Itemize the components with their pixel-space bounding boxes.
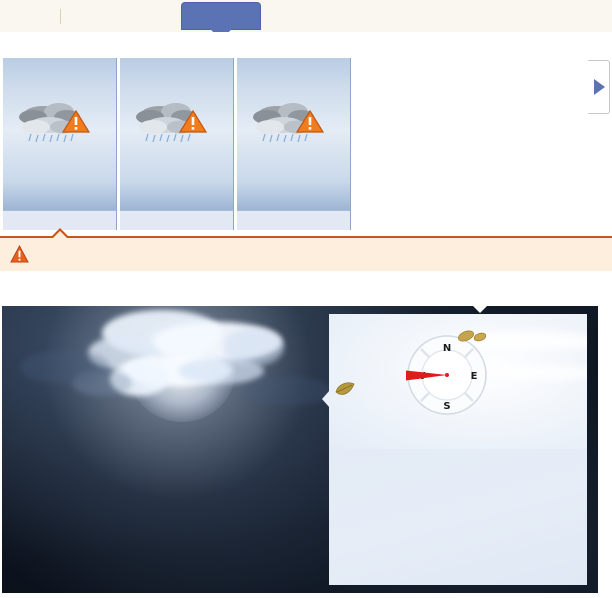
tab-weekend[interactable]	[70, 4, 170, 28]
wind-compass: N E S W	[406, 335, 487, 415]
warning-triangle-icon	[10, 245, 29, 263]
forecast-card-thu[interactable]	[237, 58, 351, 230]
compass-label-east: E	[471, 371, 478, 382]
tab-15-day[interactable]	[182, 3, 260, 29]
weather-alert-bar[interactable]	[0, 236, 612, 271]
rain-warning-icon	[253, 103, 325, 143]
rain-warning-icon	[237, 101, 350, 147]
forecast-card-wed[interactable]	[120, 58, 234, 230]
alert-pointer-inner-icon	[53, 231, 67, 238]
rain-warning-icon	[3, 101, 116, 147]
detail-tabs-row	[0, 272, 612, 307]
card-more-link[interactable]	[120, 210, 233, 230]
details-panel-pointer-icon	[322, 390, 330, 408]
forecast-card-today[interactable]	[3, 58, 117, 230]
rain-warning-icon	[120, 101, 233, 147]
wind-area: N E S W	[329, 314, 587, 449]
card-temperatures	[120, 177, 233, 213]
compass-label-north: N	[443, 343, 451, 354]
primary-forecast-block	[2, 306, 332, 593]
tab-now[interactable]	[4, 4, 52, 28]
tab-month[interactable]	[278, 4, 348, 28]
top-navigation-bar	[0, 0, 612, 39]
active-tab-pointer-icon	[473, 306, 487, 313]
compass-label-south: S	[443, 401, 450, 412]
card-more-link[interactable]	[3, 210, 116, 230]
forecast-cards-row	[3, 58, 591, 230]
rain-warning-icon	[136, 103, 208, 143]
chevron-right-icon	[594, 79, 605, 95]
card-temperatures	[3, 177, 116, 213]
forecast-detail-panel: N E S W	[2, 306, 598, 593]
details-sub-panel: N E S W	[329, 314, 587, 585]
next-days-button[interactable]	[588, 60, 610, 114]
rain-warning-icon	[19, 103, 91, 143]
nav-separator	[60, 9, 61, 24]
paging-header	[0, 32, 612, 54]
blowing-leaf-icon	[458, 330, 487, 342]
card-more-link[interactable]	[237, 210, 350, 230]
blowing-leaf-icon	[335, 382, 355, 395]
wisp-cloud-shape	[479, 366, 587, 380]
card-temperatures	[237, 177, 350, 213]
